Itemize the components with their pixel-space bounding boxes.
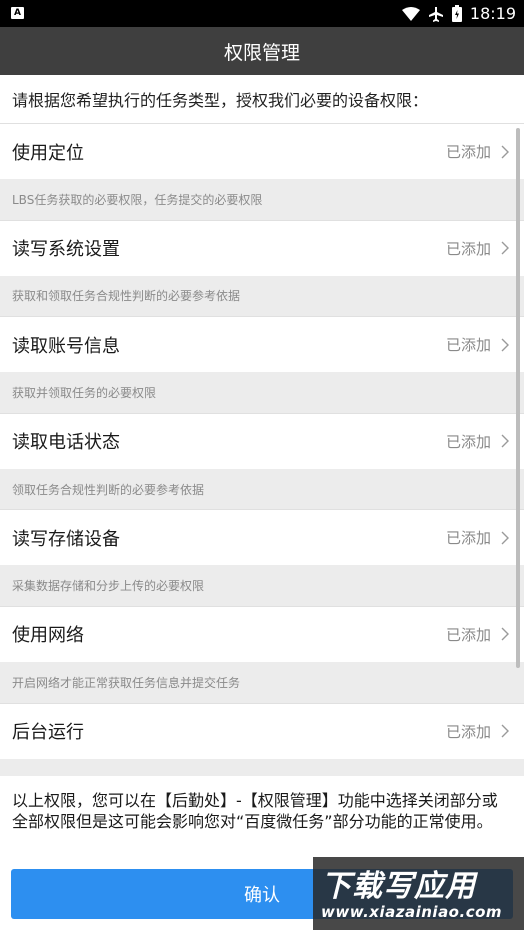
chevron-right-icon [501,531,509,545]
permission-row-phone-state[interactable]: 读取电话状态 已添加 [0,412,524,469]
permission-name: 读写存储设备 [12,528,120,550]
permission-desc: 获取并领取任务的必要权限 [0,372,524,413]
watermark-logo: 下载写应用 www.xiazainiao.com [313,857,524,930]
chevron-right-icon [501,338,509,352]
permission-status: 已添加 [445,239,491,258]
permission-status: 已添加 [445,722,491,741]
sim-icon: A [11,7,24,19]
chevron-right-icon [501,724,509,738]
intro-text: 请根据您希望执行的任务类型，授权我们必要的设备权限： [0,75,524,123]
permission-status: 已添加 [445,432,491,451]
permission-row-storage[interactable]: 读写存储设备 已添加 [0,509,524,566]
permission-name: 读取账号信息 [12,335,120,357]
confirm-label: 确认 [244,885,280,906]
permission-name: 使用网络 [12,625,84,647]
permission-name: 读取电话状态 [12,432,120,454]
chevron-right-icon [501,241,509,255]
permission-desc: 采集数据存储和分步上传的必要权限 [0,565,524,606]
battery-icon [451,5,462,22]
permission-status: 已添加 [445,143,491,161]
title-bar: 权限管理 [0,27,524,75]
permission-status: 已添加 [445,529,491,548]
chevron-right-icon [501,627,509,641]
permission-row-network[interactable]: 使用网络 已添加 [0,605,524,662]
page-title: 权限管理 [223,41,300,64]
permission-name: 后台运行 [12,722,84,744]
chevron-right-icon [501,145,509,158]
clock: 18:19 [469,4,516,23]
permission-row-system-settings[interactable]: 读写系统设置 已添加 [0,219,524,276]
permission-name: 读写系统设置 [12,239,120,261]
permission-row-background[interactable]: 后台运行 已添加 [0,702,524,759]
chevron-right-icon [501,434,509,448]
permission-name: 使用定位 [12,142,84,164]
status-bar: A 18:19 [0,0,524,27]
permission-row-account[interactable]: 读取账号信息 已添加 [0,316,524,373]
permission-desc: 获取和领取任务合规性判断的必要参考依据 [0,275,524,317]
airplane-icon [428,6,443,22]
wifi-icon [401,6,420,21]
permission-status: 已添加 [445,336,491,355]
permission-desc [0,758,524,776]
permission-row-location[interactable]: 使用定位 已添加 [0,123,524,179]
permission-list[interactable]: 使用定位 已添加 LBS任务获取的必要权限，任务提交的必要权限 读写系统设置 已… [0,123,524,776]
permission-desc: 开启网络才能正常获取任务信息并提交任务 [0,661,524,703]
permission-desc: LBS任务获取的必要权限，任务提交的必要权限 [0,179,524,220]
watermark-title: 下载写应用 [321,869,476,904]
permission-desc: 领取任务合规性判断的必要参考依据 [0,468,524,510]
scrollbar[interactable] [516,128,520,668]
watermark-url: www.xiazainiao.com [321,903,503,921]
permission-status: 已添加 [445,625,491,644]
status-icons: 18:19 [401,0,516,27]
